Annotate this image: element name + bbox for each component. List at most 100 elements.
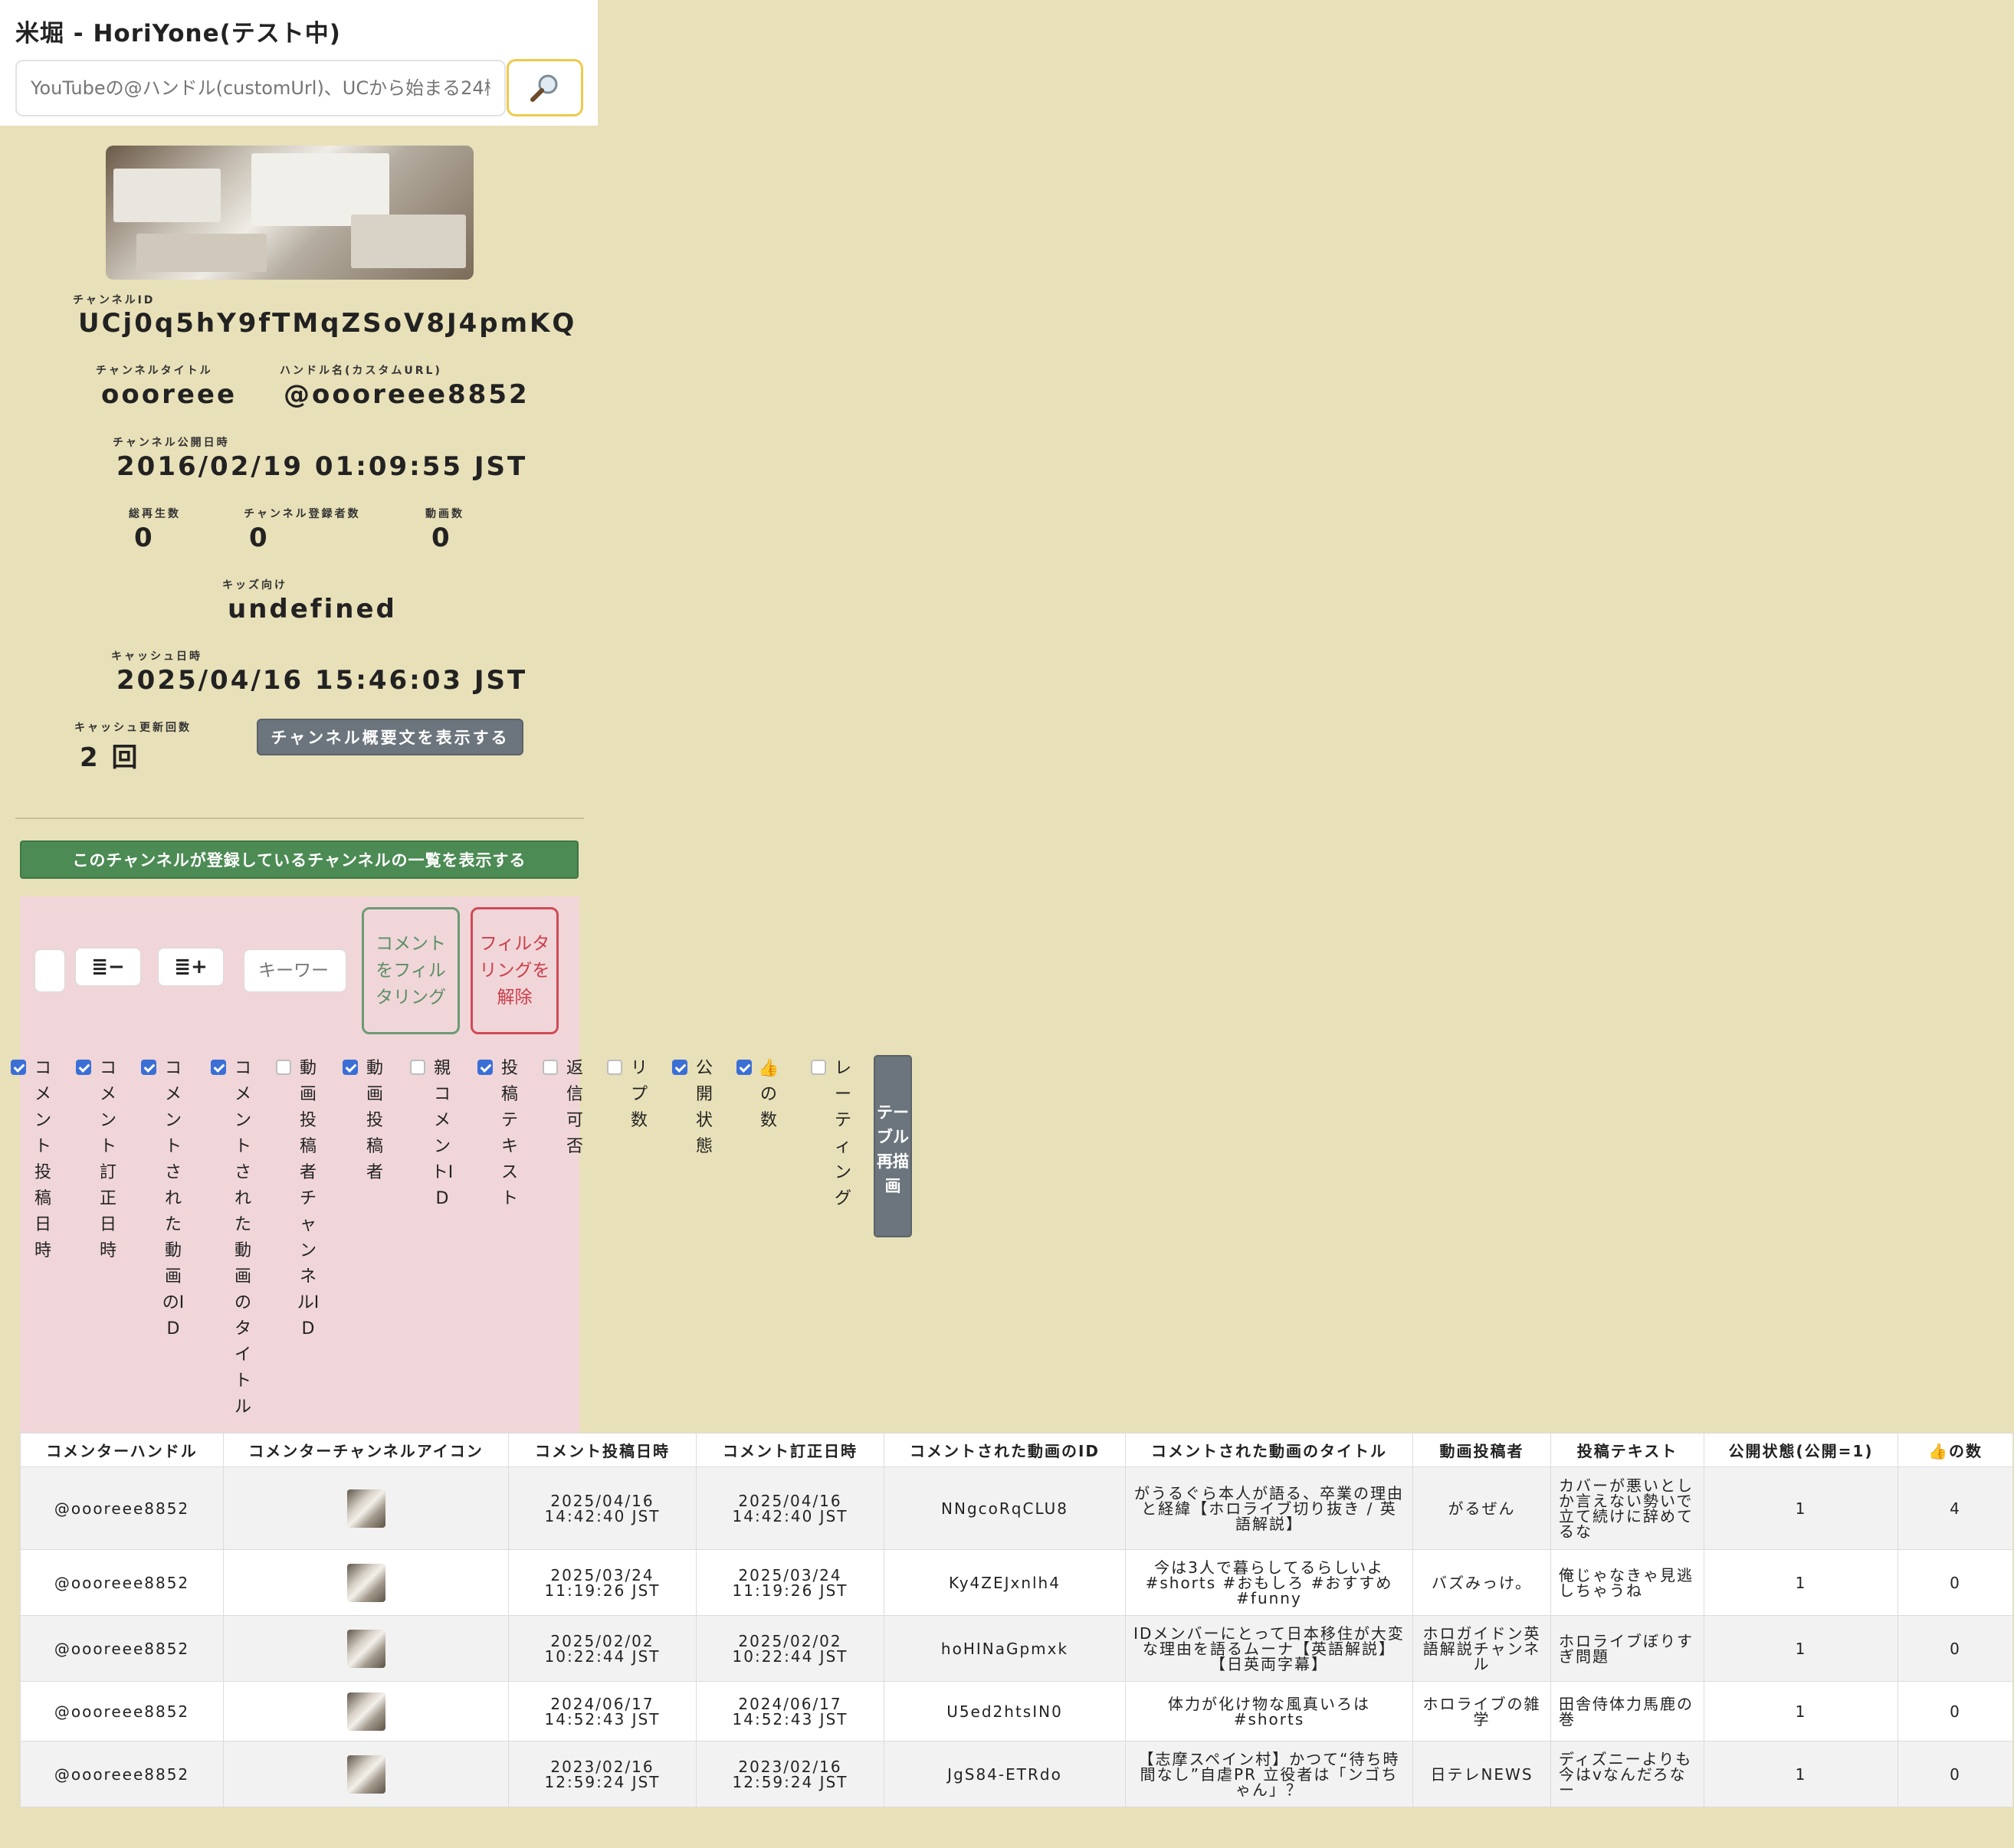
column-checkbox[interactable] — [211, 1060, 226, 1075]
cell-posted-at: 2025/04/16 14:42:40 JST — [508, 1466, 697, 1550]
redraw-table-button[interactable]: テーブル再描画 — [874, 1055, 912, 1237]
cell-uploader[interactable]: がるぜん — [1412, 1466, 1551, 1550]
table-row: @oooreee8852 2023/02/16 12:59:24 JST 202… — [20, 1741, 2013, 1807]
kids-label: キッズ向け — [222, 579, 287, 591]
cell-handle[interactable]: @oooreee8852 — [20, 1615, 224, 1682]
table-row: @oooreee8852 2024/06/17 14:52:43 JST 202… — [20, 1681, 2013, 1742]
cell-posted-at: 2023/02/16 12:59:24 JST — [508, 1741, 697, 1807]
videos-label: 動画数 — [425, 508, 464, 520]
cell-video-title[interactable]: 今は3人で暮らしてるらしいよ #shorts #おもしろ #おすすめ #funn… — [1125, 1549, 1413, 1616]
search-input[interactable] — [15, 60, 506, 116]
cell-uploader[interactable]: 日テレNEWS — [1412, 1741, 1551, 1807]
cell-handle[interactable]: @oooreee8852 — [20, 1741, 224, 1807]
column-checkbox[interactable] — [736, 1060, 752, 1075]
channel-title-label: チャンネルタイトル — [96, 365, 213, 377]
cell-visibility: 1 — [1704, 1615, 1898, 1682]
column-checkbox[interactable] — [543, 1060, 558, 1075]
cell-video-id[interactable]: Ky4ZEJxnlh4 — [884, 1549, 1126, 1616]
column-checkbox[interactable] — [76, 1060, 91, 1075]
column-toggle-label: 親コメントID — [431, 1059, 454, 1208]
cell-avatar — [223, 1466, 509, 1550]
filter-comments-button[interactable]: コメントをフィルタリング — [362, 907, 460, 1034]
header-posted-at[interactable]: コメント投稿日時 — [508, 1433, 697, 1467]
header-uploader[interactable]: 動画投稿者 — [1412, 1433, 1551, 1467]
divider — [15, 818, 584, 819]
channel-title-value: oooreee — [101, 379, 238, 410]
channel-banner — [106, 146, 474, 280]
table-row: @oooreee8852 2025/02/02 10:22:44 JST 202… — [20, 1615, 2013, 1682]
column-checkbox[interactable] — [607, 1060, 622, 1075]
cell-visibility: 1 — [1704, 1681, 1898, 1742]
column-checkbox[interactable] — [811, 1060, 826, 1075]
cell-video-id[interactable]: hoHINaGpmxk — [884, 1615, 1126, 1682]
cell-video-title[interactable]: 【志摩スペイン村】かつて“待ち時間なし”自虐PR 立役者は「ンゴちゃん」？ — [1125, 1741, 1413, 1807]
expand-button[interactable]: ≣+ — [158, 948, 224, 986]
published-value: 2016/02/19 01:09:55 JST — [116, 451, 528, 482]
header-likes[interactable]: 👍の数 — [1898, 1433, 2013, 1467]
cell-text: カバーが悪いとしか言えない勢いで立て続けに辞めてるな — [1550, 1466, 1704, 1550]
search-button[interactable] — [507, 59, 583, 116]
header-visibility[interactable]: 公開状態(公開=1) — [1704, 1433, 1898, 1467]
views-label: 総再生数 — [129, 508, 181, 520]
cell-edited-at: 2024/06/17 14:52:43 JST — [696, 1681, 884, 1742]
cell-text: ホロライブぼりすぎ問題 — [1550, 1615, 1704, 1682]
cell-handle[interactable]: @oooreee8852 — [20, 1549, 224, 1616]
column-checkbox[interactable] — [11, 1060, 26, 1075]
header-text[interactable]: 投稿テキスト — [1550, 1433, 1704, 1467]
cell-uploader[interactable]: ホロライブの雑学 — [1412, 1681, 1551, 1742]
column-checkbox[interactable] — [276, 1060, 291, 1075]
avatar[interactable] — [346, 1755, 385, 1794]
header-video-title[interactable]: コメントされた動画のタイトル — [1125, 1433, 1413, 1467]
column-toggle-label: 動画投稿者チャンネルID — [297, 1059, 320, 1338]
cell-likes: 0 — [1898, 1741, 2013, 1807]
cache-label: キャッシュ日時 — [111, 650, 202, 663]
app-title: 米堀 - HoriYone(テスト中) — [15, 20, 341, 48]
clear-filter-button[interactable]: フィルタリングを解除 — [471, 907, 559, 1034]
column-checkbox[interactable] — [477, 1060, 493, 1075]
cell-avatar — [223, 1741, 509, 1807]
column-checkbox[interactable] — [672, 1060, 687, 1075]
cell-video-id[interactable]: U5ed2htsIN0 — [884, 1681, 1126, 1742]
header-edited-at[interactable]: コメント訂正日時 — [696, 1433, 884, 1467]
avatar[interactable] — [346, 1629, 385, 1668]
column-toggle-label: レーティング — [834, 1059, 851, 1208]
cell-video-title[interactable]: IDメンバーにとって日本移住が大変な理由を語るムーナ【英語解説】【日英両字幕】 — [1125, 1615, 1413, 1682]
column-toggle-label: 投稿テキスト — [500, 1059, 518, 1208]
views-value: 0 — [134, 523, 155, 553]
column-checkbox[interactable] — [343, 1060, 358, 1075]
cell-video-title[interactable]: 体力が化け物な風真いろは #shorts — [1125, 1681, 1413, 1742]
subscribers-value: 0 — [249, 523, 270, 553]
cell-video-title[interactable]: がうるぐら本人が語る、卒業の理由と経緯【ホロライブ切り抜き / 英語解説】 — [1125, 1466, 1413, 1550]
header-commenter-icon[interactable]: コメンターチャンネルアイコン — [223, 1433, 509, 1467]
show-subscriptions-button[interactable]: このチャンネルが登録しているチャンネルの一覧を表示する — [20, 840, 579, 879]
column-toggle-label: リプ数 — [630, 1059, 648, 1130]
cell-uploader[interactable]: バズみっけ。 — [1412, 1549, 1551, 1616]
column-checkbox[interactable] — [410, 1060, 425, 1075]
header-commenter-handle[interactable]: コメンターハンドル — [20, 1433, 224, 1467]
published-label: チャンネル公開日時 — [113, 437, 230, 449]
handle-value: @oooreee8852 — [284, 379, 530, 410]
collapse-button[interactable]: ≣− — [75, 948, 141, 986]
cell-likes: 0 — [1898, 1615, 2013, 1682]
select-box[interactable] — [34, 949, 65, 992]
avatar[interactable] — [346, 1489, 385, 1528]
cell-video-id[interactable]: JgS84-ETRdo — [884, 1741, 1126, 1807]
cell-likes: 0 — [1898, 1549, 2013, 1616]
avatar[interactable] — [346, 1692, 385, 1731]
table-row: @oooreee8852 2025/04/16 14:42:40 JST 202… — [20, 1466, 2013, 1550]
header-video-id[interactable]: コメントされた動画のID — [884, 1433, 1126, 1467]
cell-handle[interactable]: @oooreee8852 — [20, 1466, 224, 1550]
cache-value: 2025/04/16 15:46:03 JST — [116, 665, 528, 696]
column-checkbox[interactable] — [141, 1060, 156, 1075]
cell-uploader[interactable]: ホロガイドン英語解説チャンネル — [1412, 1615, 1551, 1682]
cell-video-id[interactable]: NNgcoRqCLU8 — [884, 1466, 1126, 1550]
cell-text: 田舎侍体力馬鹿の巻 — [1550, 1681, 1704, 1742]
channel-id-label: チャンネルID — [73, 294, 156, 306]
avatar[interactable] — [346, 1563, 385, 1602]
cell-edited-at: 2023/02/16 12:59:24 JST — [696, 1741, 884, 1807]
cell-handle[interactable]: @oooreee8852 — [20, 1681, 224, 1742]
keyword-input[interactable] — [244, 949, 346, 992]
show-description-button[interactable]: チャンネル概要文を表示する — [257, 719, 523, 755]
cell-text: 俺じゃなきゃ見逃しちゃうね — [1550, 1549, 1704, 1616]
column-toggle-label: コメント投稿日時 — [34, 1059, 51, 1260]
